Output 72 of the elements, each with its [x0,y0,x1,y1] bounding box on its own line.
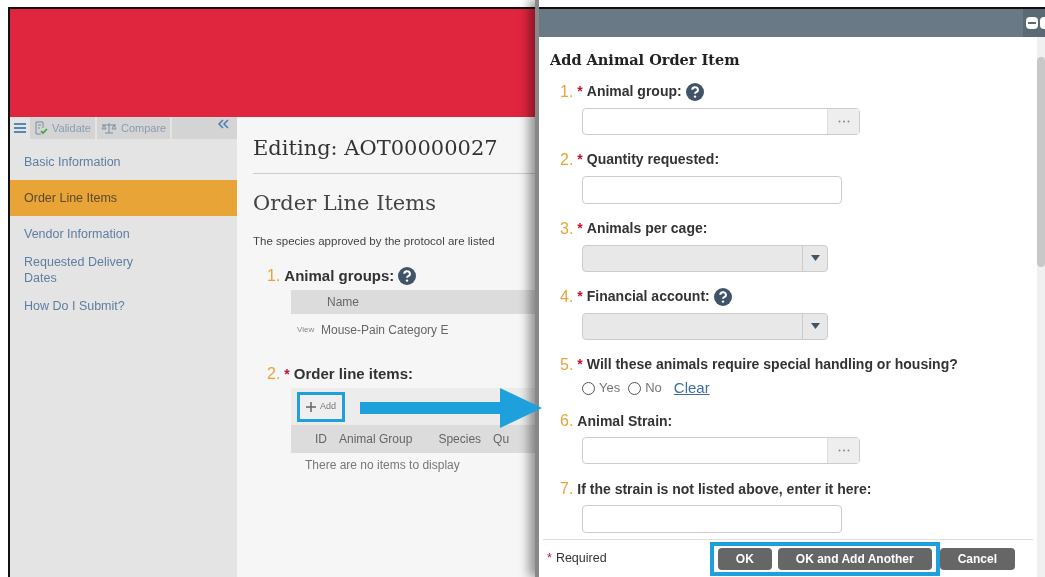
question-number: 6. [560,411,574,432]
dialog-title: Add Animal Order Item [550,50,741,70]
intro-text: The species approved by the protocol are listed [253,234,496,249]
dialog-button[interactable]: OK [717,547,772,570]
question-label: Order line items: [293,364,413,384]
help-icon[interactable] [713,287,732,306]
input-field[interactable] [582,175,842,204]
required-asterisk: * [577,82,583,102]
required-asterisk: * [577,287,583,307]
column-header: Name [327,294,359,312]
page-title: Editing: AOT00000027 [253,135,499,162]
dialog-button[interactable]: OK and Add Another [777,547,932,570]
nav-item[interactable]: Order Line Items [10,180,237,216]
column-header: ID [315,431,327,449]
required-asterisk: * [284,364,290,384]
radio-label: No [645,379,662,398]
help-icon[interactable] [685,82,704,101]
input-field[interactable] [582,505,842,534]
section-heading: Order Line Items [253,189,437,217]
compare-button[interactable]: Compare [96,117,171,139]
scale-icon [100,122,117,134]
column-header: Species [438,431,482,449]
caret-icon [810,255,820,262]
clear-link[interactable]: Clear [673,376,710,400]
empty-message: There are no items to display [304,457,461,475]
required-note: Required [555,550,607,568]
question-label: Animal groups: [284,266,395,286]
question-label: Animal Strain: [577,411,673,431]
nav-item[interactable]: Basic Information [10,144,237,180]
required-asterisk: * [547,550,552,568]
question-number: 2. [560,149,574,170]
question-number: 7. [560,479,574,500]
minimize-icon[interactable] [1026,17,1038,29]
radio-label: Yes [599,379,621,398]
dropdown-field[interactable] [582,312,828,340]
collapse-icon[interactable] [217,119,229,129]
picker-field[interactable] [582,107,860,135]
question-label: Animal group: [586,82,682,102]
plus-icon [306,401,316,412]
checklist-icon [34,121,48,135]
nav-item[interactable]: How Do I Submit? [10,288,237,324]
question-number: 4. [560,286,574,307]
question-number: 1. [560,81,574,102]
question-label: If the strain is not listed above, enter it here: [577,479,872,499]
help-icon[interactable] [398,267,417,286]
caret-icon [810,323,820,330]
question-number: 2. [267,364,281,385]
required-asterisk: * [577,219,583,239]
required-asterisk: * [577,355,583,375]
question-label: Will these animals require special handling or housing? [586,355,958,375]
picker-field[interactable] [582,437,860,465]
required-asterisk: * [577,150,583,170]
dialog-button[interactable]: Cancel [939,547,1015,570]
dropdown-field[interactable] [582,244,828,272]
close-icon[interactable] [1040,17,1045,29]
radio-button[interactable] [582,381,595,395]
question-number: 3. [560,218,574,239]
question-label: Animals per cage: [586,219,708,239]
table-cell-text: Mouse-Pain Category E [321,322,449,340]
add-button[interactable]: Add [297,391,345,422]
nav-item[interactable]: Requested Delivery Dates [10,252,237,288]
validate-button[interactable]: Validate [30,117,95,139]
scrollbar[interactable] [1037,37,1045,577]
column-header: Qu [493,431,510,449]
question-number: 5. [560,354,574,375]
question-label: Financial account: [586,287,710,307]
question-label: Quantity requested: [586,150,720,170]
question-number: 1. [267,266,281,287]
radio-button[interactable] [628,381,642,395]
view-link[interactable]: View [291,324,321,337]
nav-item[interactable]: Vendor Information [10,216,237,252]
column-header: Animal Group [339,431,413,449]
